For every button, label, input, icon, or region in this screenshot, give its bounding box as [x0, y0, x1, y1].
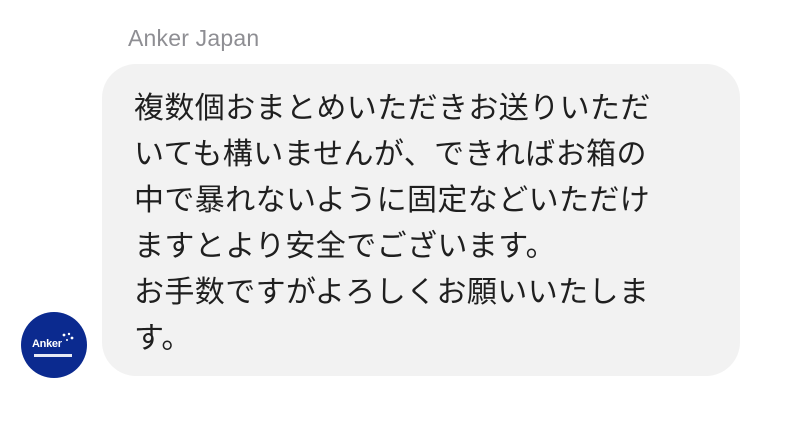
message-line: 複数個おまとめいただきお送りいただ [134, 91, 651, 126]
message-line: す。 [134, 321, 192, 356]
stars-icon [62, 332, 74, 341]
avatar-brand-text: Anker [32, 338, 62, 350]
message-line: お手数ですがよろしくお願いいたしま [134, 275, 650, 310]
sender-name: Anker Japan [128, 25, 260, 51]
message-bubble[interactable]: 複数個おまとめいただきお送りいただ いても構いませんが、できればお箱の 中で暴れ… [102, 64, 740, 376]
message-line: ますとより安全でございます。 [134, 229, 556, 264]
message-line: 中で暴れないように固定などいただけ [134, 183, 651, 218]
anker-logo-icon: Anker [32, 330, 76, 360]
message-line: いても構いませんが、できればお箱の [134, 137, 647, 172]
logo-underline [34, 354, 72, 357]
sender-avatar[interactable]: Anker [21, 312, 87, 378]
